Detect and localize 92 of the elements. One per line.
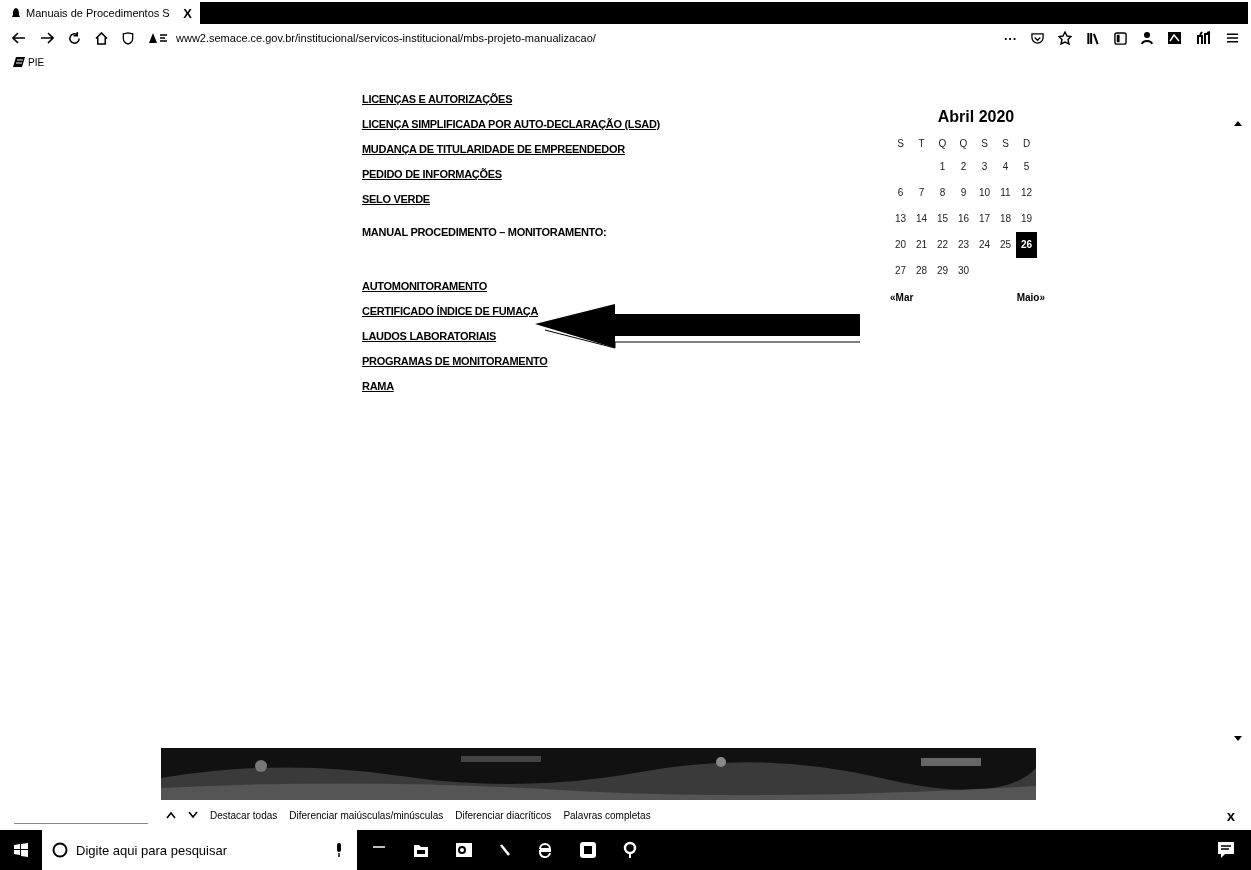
address-bar[interactable]: www2.semace.ce.gov.br/institucional/servicos-institucional/mbs-projeto-manualizacao/	[176, 32, 596, 44]
calendar-day[interactable]: 20	[890, 232, 911, 258]
circle-icon	[52, 842, 68, 858]
page-link[interactable]: RAMA	[362, 377, 394, 402]
calendar-day[interactable]: 11	[995, 180, 1016, 206]
calendar-day[interactable]: 17	[974, 206, 995, 232]
weekday-label: S	[1001, 137, 1010, 151]
microphone-icon[interactable]	[335, 843, 343, 857]
weekday-label: S	[896, 137, 905, 151]
site-info-icon[interactable]	[148, 32, 168, 44]
calendar-day[interactable]: 27	[890, 258, 911, 284]
close-tab-button[interactable]: X	[183, 5, 192, 21]
calendar-day[interactable]: 26	[1016, 232, 1037, 258]
calendar-day[interactable]: 23	[953, 232, 974, 258]
page-link[interactable]: CERTIFICADO ÍNDICE DE FUMAÇA	[362, 302, 539, 327]
calendar-day[interactable]: 2	[953, 154, 974, 180]
section-heading: MANUAL PROCEDIMENTO – MONITORAMENTO:	[362, 226, 608, 238]
calendar-day[interactable]: 18	[995, 206, 1016, 232]
calendar-day[interactable]: 6	[890, 180, 911, 206]
back-icon[interactable]	[12, 31, 26, 45]
home-icon[interactable]	[95, 31, 108, 45]
calendar-day[interactable]: 4	[995, 154, 1016, 180]
scroll-down-icon[interactable]	[1234, 736, 1242, 742]
shield-icon[interactable]	[122, 31, 134, 45]
tab-title: Manuais de Procedimentos S	[26, 7, 170, 19]
app-icon[interactable]	[623, 841, 637, 859]
library-icon[interactable]	[1086, 31, 1100, 45]
browser-icon[interactable]	[537, 842, 553, 858]
forward-icon[interactable]	[40, 31, 54, 45]
sidebar-icon[interactable]	[1114, 31, 1127, 45]
scroll-up-icon[interactable]	[1234, 120, 1242, 126]
calendar-day[interactable]: 1	[932, 154, 953, 180]
calendar-day[interactable]: 13	[890, 206, 911, 232]
extension-icon[interactable]	[1167, 31, 1182, 45]
extension-icon[interactable]	[1196, 31, 1212, 45]
page-link[interactable]: AUTOMONITORAMENTO	[362, 277, 488, 302]
find-option[interactable]: Destacar todas	[210, 809, 278, 821]
taskbar-search-field[interactable]: Digite aqui para pesquisar	[42, 830, 357, 870]
page-link[interactable]: LICENÇA SIMPLIFICADA POR AUTO-DECLARAÇÃO (LSAD)	[362, 115, 660, 140]
find-option[interactable]: Palavras completas	[563, 809, 651, 821]
calendar-day[interactable]: 15	[932, 206, 953, 232]
weekday-label: S	[980, 137, 989, 151]
calendar-day[interactable]: 22	[932, 232, 953, 258]
find-option[interactable]: Diferenciar maiúsculas/minúsculas	[289, 809, 444, 821]
calendar-day[interactable]: 30	[953, 258, 974, 284]
calendar-day[interactable]: 12	[1016, 180, 1037, 206]
bell-icon	[12, 7, 20, 19]
weekday-label: Q	[958, 137, 969, 151]
weekday-label: D	[1021, 137, 1032, 151]
previous-month-link[interactable]: «Mar	[890, 292, 914, 303]
page-link[interactable]: PROGRAMAS DE MONITORAMENTO	[362, 352, 548, 377]
calendar-day[interactable]: 14	[911, 206, 932, 232]
calendar-day[interactable]: 25	[995, 232, 1016, 258]
pocket-icon[interactable]	[1031, 31, 1044, 45]
calendar-day[interactable]: 5	[1016, 154, 1037, 180]
page-link[interactable]: LAUDOS LABORATORIAIS	[362, 327, 497, 352]
folder-icon[interactable]	[413, 842, 429, 858]
calendar-day[interactable]: 21	[911, 232, 932, 258]
notification-icon[interactable]	[1217, 841, 1235, 859]
calendar-day[interactable]: 19	[1016, 206, 1037, 232]
page-link[interactable]: SELO VERDE	[362, 190, 430, 215]
previous-match-icon[interactable]	[166, 811, 176, 819]
weekday-label: T	[917, 137, 926, 151]
calendar-day[interactable]: 29	[932, 258, 953, 284]
calendar-day[interactable]: 16	[953, 206, 974, 232]
calendar-day[interactable]: 10	[974, 180, 995, 206]
app-icon[interactable]	[579, 841, 597, 859]
mail-app-icon[interactable]	[455, 841, 473, 859]
weekday-label: Q	[937, 137, 948, 151]
bookmark[interactable]: PIE	[12, 56, 45, 68]
page-link[interactable]: MUDANÇA DE TITULARIDADE DE EMPREENDEDOR	[362, 140, 625, 165]
calendar-day[interactable]: 7	[911, 180, 932, 206]
calendar-title: Abril 2020	[936, 108, 1016, 126]
next-match-icon[interactable]	[188, 811, 198, 819]
next-month-link[interactable]: Maio»	[1016, 292, 1045, 303]
find-option[interactable]: Diferenciar diacríticos	[455, 809, 552, 821]
menu-icon[interactable]	[1226, 32, 1239, 44]
page-link[interactable]: LICENÇAS E AUTORIZAÇÕES	[362, 90, 513, 115]
calendar-day[interactable]: 3	[974, 154, 995, 180]
close-find-bar-button[interactable]: x	[1226, 806, 1235, 824]
calendar-day[interactable]: 8	[932, 180, 953, 206]
calendar-day[interactable]: 28	[911, 258, 932, 284]
star-icon[interactable]	[1058, 31, 1072, 45]
more-button[interactable]: ···	[1004, 30, 1017, 46]
windows-start-icon[interactable]	[14, 843, 28, 857]
bookmark-icon	[12, 56, 26, 68]
reload-icon[interactable]	[68, 31, 81, 45]
pen-icon[interactable]	[499, 843, 511, 857]
calendar-day[interactable]: 9	[953, 180, 974, 206]
extension-icon[interactable]	[1141, 31, 1153, 45]
page-link[interactable]: PEDIDO DE INFORMAÇÕES	[362, 165, 502, 190]
calendar-day[interactable]: 24	[974, 232, 995, 258]
